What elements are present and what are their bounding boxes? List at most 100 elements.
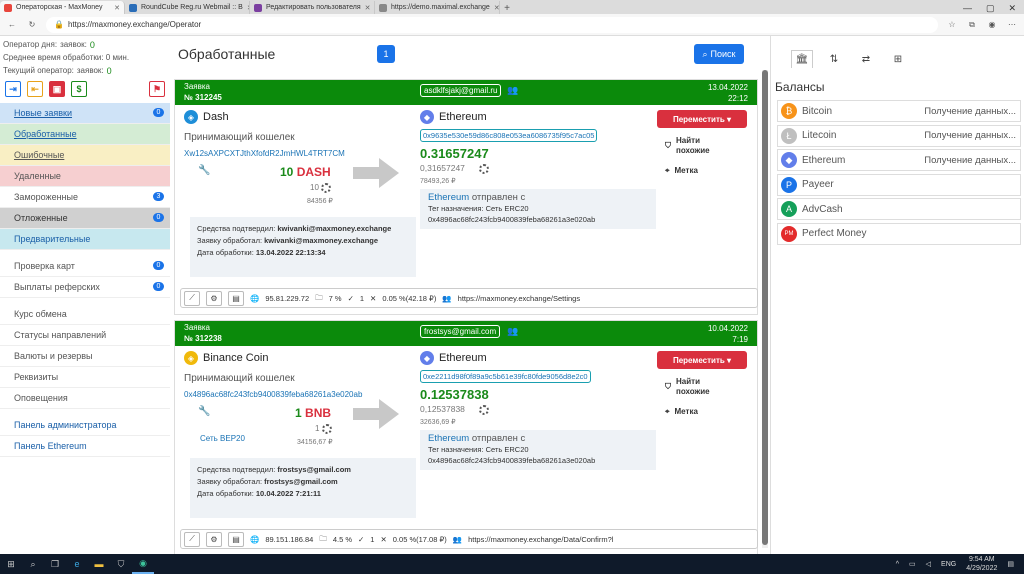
favorites-icon[interactable]: ☆ — [946, 20, 958, 29]
user-icon[interactable]: 👥 — [507, 326, 518, 337]
tx-hash[interactable]: 0x9635e530e59d86c808e053ea6086735f95c7ac… — [420, 129, 598, 142]
menu-icon[interactable]: ⋯ — [1006, 20, 1018, 29]
referrer-url[interactable]: https://maxmoney.exchange/Settings — [458, 294, 580, 303]
sidebar-item[interactable]: Оповещения — [0, 388, 170, 409]
sidebar-item[interactable]: Предварительные — [0, 229, 170, 250]
task-view-icon[interactable]: ❐ — [44, 554, 66, 574]
profile-icon[interactable]: ◉ — [986, 20, 998, 29]
mark-button[interactable]: ⌖ Метка — [665, 166, 698, 176]
sidebar-item[interactable]: Выплаты реферских 0 — [0, 277, 170, 298]
confirm-row: Дата обработки: 10.04.2022 7:21:11 — [197, 488, 409, 500]
find-similar-button[interactable]: ⛉ Найти похожие — [665, 377, 716, 397]
user-icon[interactable]: 👥 — [507, 85, 518, 96]
windows-start-icon[interactable]: ⊞ — [0, 554, 22, 574]
scrollbar[interactable] — [762, 70, 768, 548]
sidebar-item[interactable]: Удаленные — [0, 166, 170, 187]
search-button[interactable]: ⌕ Поиск — [694, 44, 744, 64]
page-number-button[interactable]: 1 — [377, 45, 395, 63]
scrollbar-thumb[interactable] — [762, 70, 768, 545]
wallet-address[interactable]: 0x4896ac68fc243fcb9400839feba68261a3e020… — [184, 390, 362, 399]
sidebar-item[interactable]: Проверка карт 0 — [0, 256, 170, 277]
add-box-icon[interactable]: ⊞ — [887, 50, 909, 68]
arrow-right-icon — [353, 158, 399, 188]
client-email[interactable]: asdklfsjakj@gmail.ru — [420, 84, 502, 97]
volume-icon[interactable]: ◁ — [926, 560, 931, 568]
wallet-address[interactable]: Xw12sAXPCXTJthXfofdR2JmHWL4TRT7CM — [184, 149, 345, 158]
close-icon[interactable]: ✕ — [114, 4, 120, 12]
sort-icon[interactable]: ⇅ — [823, 50, 845, 68]
balance-item[interactable]: ◆ Ethereum Получение данных... — [777, 149, 1021, 171]
new-tab-button[interactable]: + — [500, 3, 514, 14]
balance-item[interactable]: A AdvCash — [777, 198, 1021, 220]
balance-item[interactable]: PM Perfect Money — [777, 222, 1021, 245]
logout-icon[interactable]: ⇤ — [27, 81, 43, 97]
from-coin: ◈ Dash — [184, 110, 229, 124]
close-icon[interactable]: ✕ — [365, 4, 371, 12]
bank-icon[interactable]: 🏛 — [791, 50, 813, 68]
sidebar-item[interactable]: Валюты и резервы — [0, 346, 170, 367]
sidebar-item[interactable]: Курс обмена — [0, 304, 170, 325]
chart-icon[interactable]: ⟋ — [184, 290, 200, 306]
settings-icon[interactable]: ⚙ — [206, 290, 222, 306]
sidebar-item[interactable]: Статусы направлений — [0, 325, 170, 346]
client-email[interactable]: frostsys@gmail.com — [420, 325, 501, 338]
move-label: Переместить — [672, 355, 725, 365]
sidebar-item[interactable]: Ошибочные — [0, 145, 170, 166]
edge-active-icon[interactable]: ◉ — [132, 554, 154, 574]
close-icon[interactable]: ✕ — [494, 4, 499, 12]
login-icon[interactable]: ⇥ — [5, 81, 21, 97]
search-icon[interactable]: ⌕ — [22, 554, 44, 574]
move-button[interactable]: Переместить ▾ — [657, 110, 747, 128]
wrench-icon[interactable]: 🔧 — [198, 406, 210, 417]
lock-icon[interactable]: ▣ — [49, 81, 65, 97]
runner-icon[interactable]: ⚑ — [149, 81, 165, 97]
browser-tab[interactable]: Редактировать пользователя ✕ — [250, 1, 375, 14]
minimize-icon[interactable]: — — [963, 3, 972, 14]
browser-tab[interactable]: Операторская - MaxMoney ✕ — [0, 1, 125, 14]
gear-icon[interactable] — [321, 424, 332, 434]
notifications-icon[interactable]: ▤ — [1007, 560, 1014, 568]
balance-item[interactable]: P Payeer — [777, 173, 1021, 196]
sidebar-item[interactable]: Обработанные — [0, 124, 170, 145]
gear-icon[interactable] — [479, 404, 490, 415]
gear-icon[interactable] — [479, 163, 490, 174]
exchange-icon[interactable]: ⇄ — [855, 50, 877, 68]
dollar-icon[interactable]: $ — [71, 81, 87, 97]
find-similar-button[interactable]: ⛉ Найти похожие — [665, 136, 716, 156]
sidebar-item[interactable]: Новые заявки 0 — [0, 103, 170, 124]
url-field[interactable]: 🔒 https://maxmoney.exchange/Operator — [46, 16, 938, 33]
comment-icon[interactable]: ▤ — [228, 531, 244, 547]
move-button[interactable]: Переместить ▾ — [657, 351, 747, 369]
balance-value: Получение данных... — [924, 154, 1016, 166]
refresh-icon[interactable]: ↻ — [26, 20, 38, 29]
gear-icon[interactable] — [321, 183, 332, 193]
browser-tab[interactable]: RoundCube Reg.ru Webmail :: B ✕ — [125, 1, 250, 14]
clock[interactable]: 9:54 AM 4/29/2022 — [966, 555, 997, 573]
sidebar-item[interactable]: Панель Ethereum — [0, 436, 170, 457]
maximize-icon[interactable]: ▢ — [986, 3, 995, 14]
tray-arrow-icon[interactable]: ^ — [896, 561, 899, 568]
sidebar-item[interactable]: Отложенные 0 — [0, 208, 170, 229]
sidebar-item[interactable]: Реквизиты — [0, 367, 170, 388]
language-indicator[interactable]: ENG — [941, 561, 956, 568]
network-icon[interactable]: ▭ — [909, 560, 916, 568]
back-icon[interactable]: ← — [6, 20, 18, 29]
mark-button[interactable]: ⌖ Метка — [665, 407, 698, 417]
file-explorer-icon[interactable]: ▬ — [88, 554, 110, 574]
store-icon[interactable]: ⛉ — [110, 554, 132, 574]
referrer-url[interactable]: https://maxmoney.exchange/Data/Confirm?l — [468, 535, 613, 544]
sidebar-item[interactable]: Замороженные 3 — [0, 187, 170, 208]
wrench-icon[interactable]: 🔧 — [198, 165, 210, 176]
settings-icon[interactable]: ⚙ — [206, 531, 222, 547]
comment-icon[interactable]: ▤ — [228, 290, 244, 306]
edge-icon[interactable]: e — [66, 554, 88, 574]
close-window-icon[interactable]: ✕ — [1008, 3, 1016, 14]
collections-icon[interactable]: ⧉ — [966, 20, 978, 30]
balance-item[interactable]: ₿ Bitcoin Получение данных... — [777, 100, 1021, 122]
stat-label: Среднее время обработки: 0 мин. — [3, 53, 130, 62]
sidebar-item[interactable]: Панель администратора — [0, 415, 170, 436]
tx-hash[interactable]: 0xe2211d98f0f89a9c5b61e39fc80fde9056d8e2… — [420, 370, 591, 383]
chart-icon[interactable]: ⟋ — [184, 531, 200, 547]
browser-tab[interactable]: https://demo.maximal.exchange ✕ — [375, 1, 500, 14]
balance-item[interactable]: Ł Litecoin Получение данных... — [777, 124, 1021, 147]
